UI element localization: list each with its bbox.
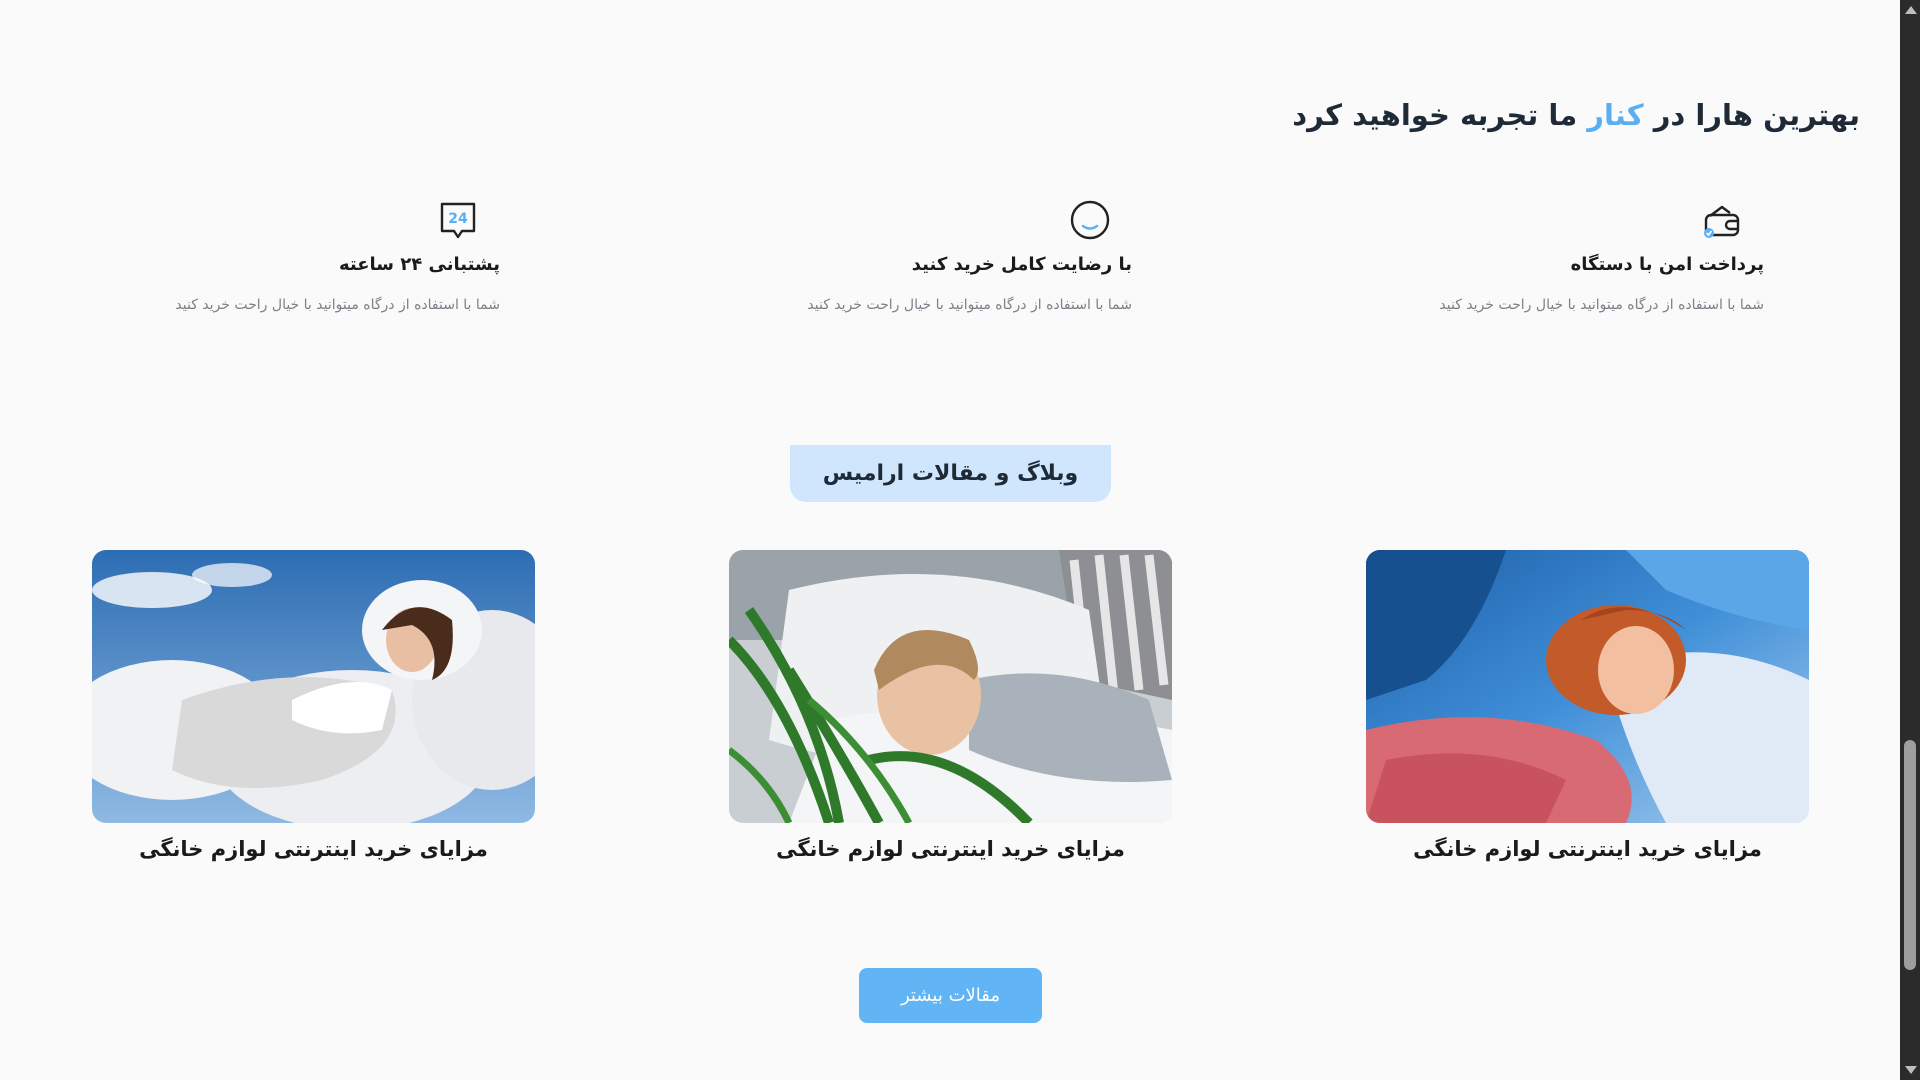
feature-title: با رضایت کامل خرید کنید <box>911 254 1132 275</box>
more-articles-button[interactable]: مقالات بیشتر <box>859 968 1042 1023</box>
blog-card-title[interactable]: مزایای خرید اینترنتی لوازم خانگی <box>729 837 1172 861</box>
blog-card-title[interactable]: مزایای خرید اینترنتی لوازم خانگی <box>1366 837 1809 861</box>
blog-section-title: وبلاگ و مقالات ارامیس <box>790 445 1111 502</box>
scroll-up-arrow-icon[interactable] <box>1905 6 1917 14</box>
headline-part2: ما تجربه خواهید کرد <box>1292 98 1588 132</box>
blog-card[interactable]: مزایای خرید اینترنتی لوازم خانگی <box>729 550 1172 861</box>
vertical-scrollbar[interactable] <box>1900 0 1920 1080</box>
blog-card[interactable]: مزایای خرید اینترنتی لوازم خانگی <box>92 550 535 861</box>
headline-accent: کنار <box>1587 98 1644 132</box>
blog-card-image[interactable] <box>1366 550 1809 823</box>
blog-card-image[interactable] <box>92 550 535 823</box>
feature-support: 24 پشتبانی ۲۴ ساعته شما با استفاده از در… <box>40 198 500 313</box>
blog-card-title[interactable]: مزایای خرید اینترنتی لوازم خانگی <box>92 837 535 861</box>
section-headline: بهترین هارا در کنار ما تجربه خواهید کرد <box>1292 98 1860 132</box>
blog-card[interactable]: مزایای خرید اینترنتی لوازم خانگی <box>1366 550 1809 861</box>
blog-card-image[interactable] <box>729 550 1172 823</box>
support-24-icon: 24 <box>436 198 480 242</box>
feature-description: شما با استفاده از درگاه میتوانید با خیال… <box>807 297 1132 313</box>
support-24-text: 24 <box>448 211 468 227</box>
feature-title: پشتبانی ۲۴ ساعته <box>338 254 500 275</box>
feature-satisfaction: با رضایت کامل خرید کنید شما با استفاده ا… <box>672 198 1132 313</box>
page: بهترین هارا در کنار ما تجربه خواهید کرد … <box>0 0 1900 1080</box>
smile-icon <box>1068 198 1112 242</box>
headline-part1: بهترین هارا در <box>1643 98 1861 132</box>
feature-secure-payment: پرداخت امن با دستگاه شما با استفاده از د… <box>1304 198 1764 313</box>
feature-title: پرداخت امن با دستگاه <box>1570 254 1764 275</box>
wallet-icon <box>1700 198 1744 242</box>
feature-description: شما با استفاده از درگاه میتوانید با خیال… <box>175 297 500 313</box>
feature-description: شما با استفاده از درگاه میتوانید با خیال… <box>1439 297 1764 313</box>
scrollbar-thumb[interactable] <box>1904 740 1916 970</box>
scroll-down-arrow-icon[interactable] <box>1905 1066 1917 1074</box>
